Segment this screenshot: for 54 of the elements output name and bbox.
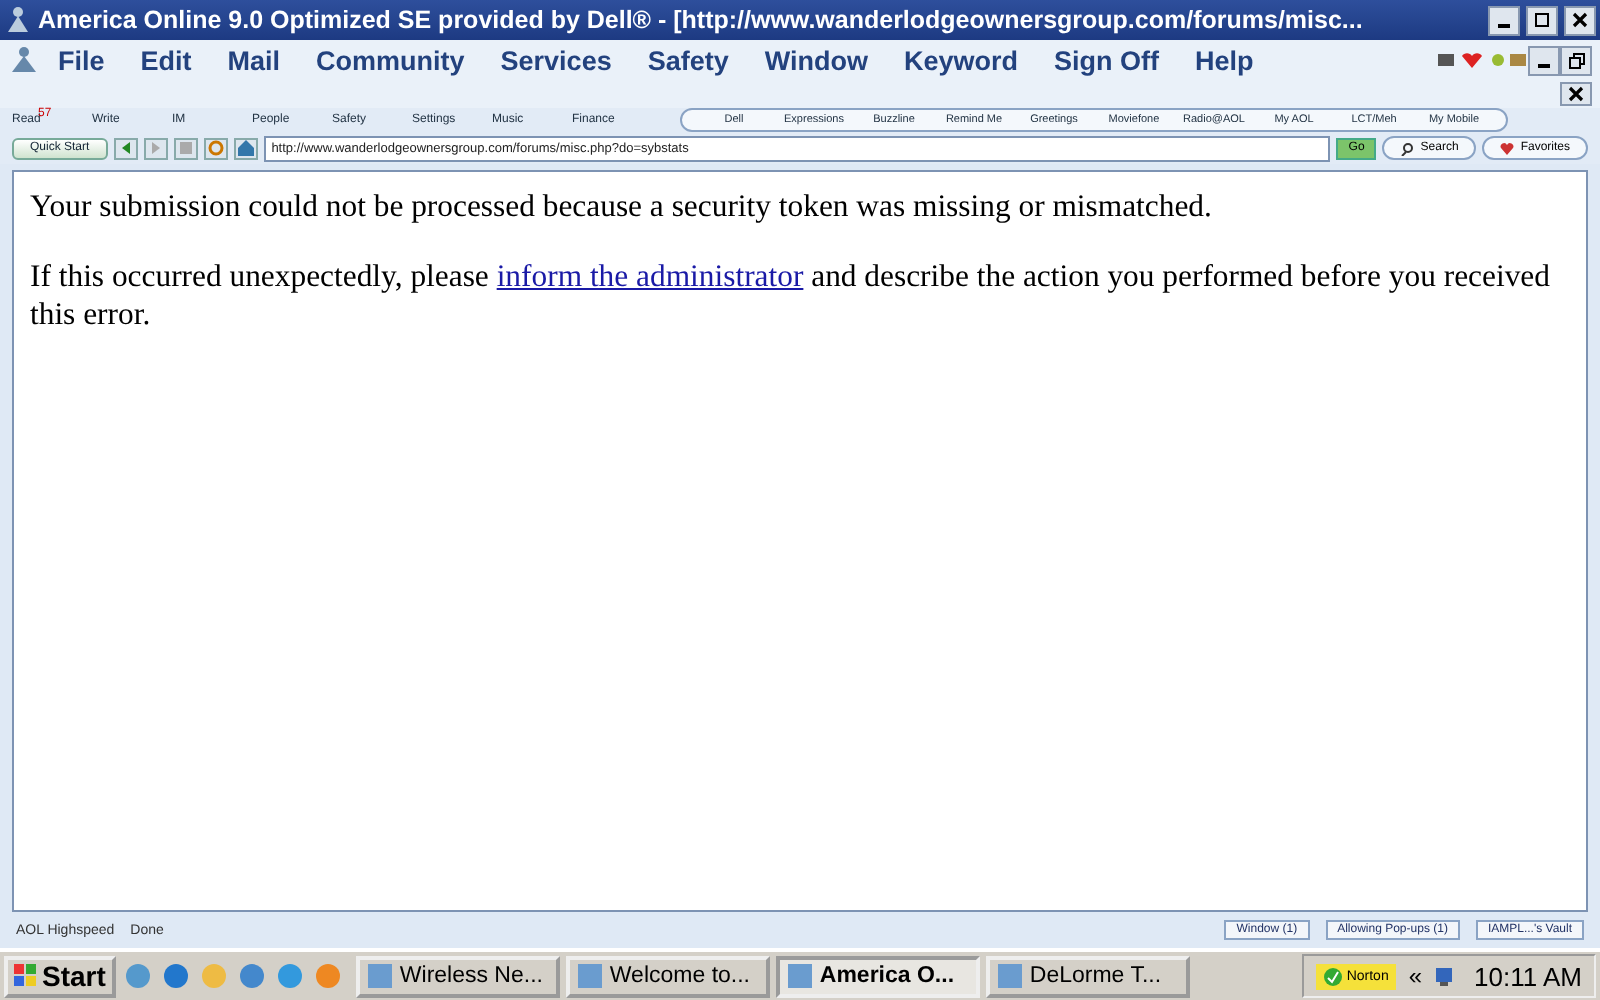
start-button[interactable]: Start: [4, 955, 116, 997]
restore-icon: [1567, 51, 1585, 69]
ring-icon: [205, 138, 226, 158]
menu-item[interactable]: Services: [482, 45, 630, 75]
taskbar-button[interactable]: Wireless Ne...: [355, 955, 560, 997]
close-button[interactable]: [1560, 82, 1592, 106]
back-button[interactable]: [113, 137, 138, 159]
tray-status-icon: [1436, 48, 1528, 72]
maximize-button[interactable]: [1526, 5, 1558, 35]
quick-launch-icon: [159, 960, 192, 992]
menu-item[interactable]: Window: [746, 45, 886, 75]
square-icon: [175, 138, 196, 158]
maximize-icon: [1534, 12, 1550, 28]
quick-launch-icon: [273, 960, 306, 992]
aol-logo-icon: [4, 6, 32, 34]
close-icon: [1568, 86, 1584, 102]
taskbar-button[interactable]: America O...: [775, 955, 980, 997]
error-instructions: If this occurred unexpectedly, please inform the administrator and describe the action you performed before you received this error.: [30, 258, 1552, 334]
program-icon: [995, 962, 1024, 990]
menu-item[interactable]: File: [40, 45, 123, 75]
taskbar-button[interactable]: DeLorme T...: [985, 955, 1190, 997]
windows-flag-icon: [14, 964, 38, 988]
menu-item[interactable]: Community: [298, 45, 483, 75]
quick-launch-icon: [235, 960, 268, 992]
close-button[interactable]: [1564, 5, 1596, 35]
menu-item[interactable]: Mail: [209, 45, 299, 75]
clock: 10:11 AM: [1474, 961, 1582, 991]
quick-launch-icon: [197, 960, 230, 992]
menu-item[interactable]: Safety: [629, 45, 747, 75]
menu-item[interactable]: Keyword: [886, 45, 1037, 75]
window-title: America Online 9.0 Optimized SE provided by Dell® - [http://www.wanderlodgeownersgroup.com/forums/misc...: [38, 6, 1365, 34]
menu-item[interactable]: Edit: [122, 45, 210, 75]
home-button[interactable]: [233, 137, 258, 159]
reload-button[interactable]: [203, 137, 228, 159]
minimize-button[interactable]: [1488, 5, 1520, 35]
program-icon: [575, 962, 604, 990]
administrator-link[interactable]: inform the administrator: [496, 260, 804, 294]
close-icon: [1572, 12, 1588, 28]
aol-logo-icon: [8, 46, 40, 74]
quick-launch-icon: [311, 960, 344, 992]
search-icon: [1400, 141, 1415, 155]
restore-button[interactable]: [1560, 45, 1592, 75]
check-icon: [1324, 967, 1343, 985]
menu-item[interactable]: Sign Off: [1036, 45, 1178, 75]
home-icon: [235, 138, 256, 158]
taskbar-button[interactable]: Welcome to...: [565, 955, 770, 997]
minimize-button[interactable]: [1528, 45, 1560, 75]
program-icon: [365, 962, 394, 990]
show-hidden-icons-button[interactable]: «: [1408, 962, 1423, 990]
menu-item[interactable]: Help: [1177, 45, 1272, 75]
program-icon: [785, 962, 814, 990]
heart-icon: [1500, 141, 1515, 155]
error-message: Your submission could not be processed because a security token was missing or mismatched.: [30, 188, 1214, 226]
quick-launch-icon: [121, 960, 154, 992]
